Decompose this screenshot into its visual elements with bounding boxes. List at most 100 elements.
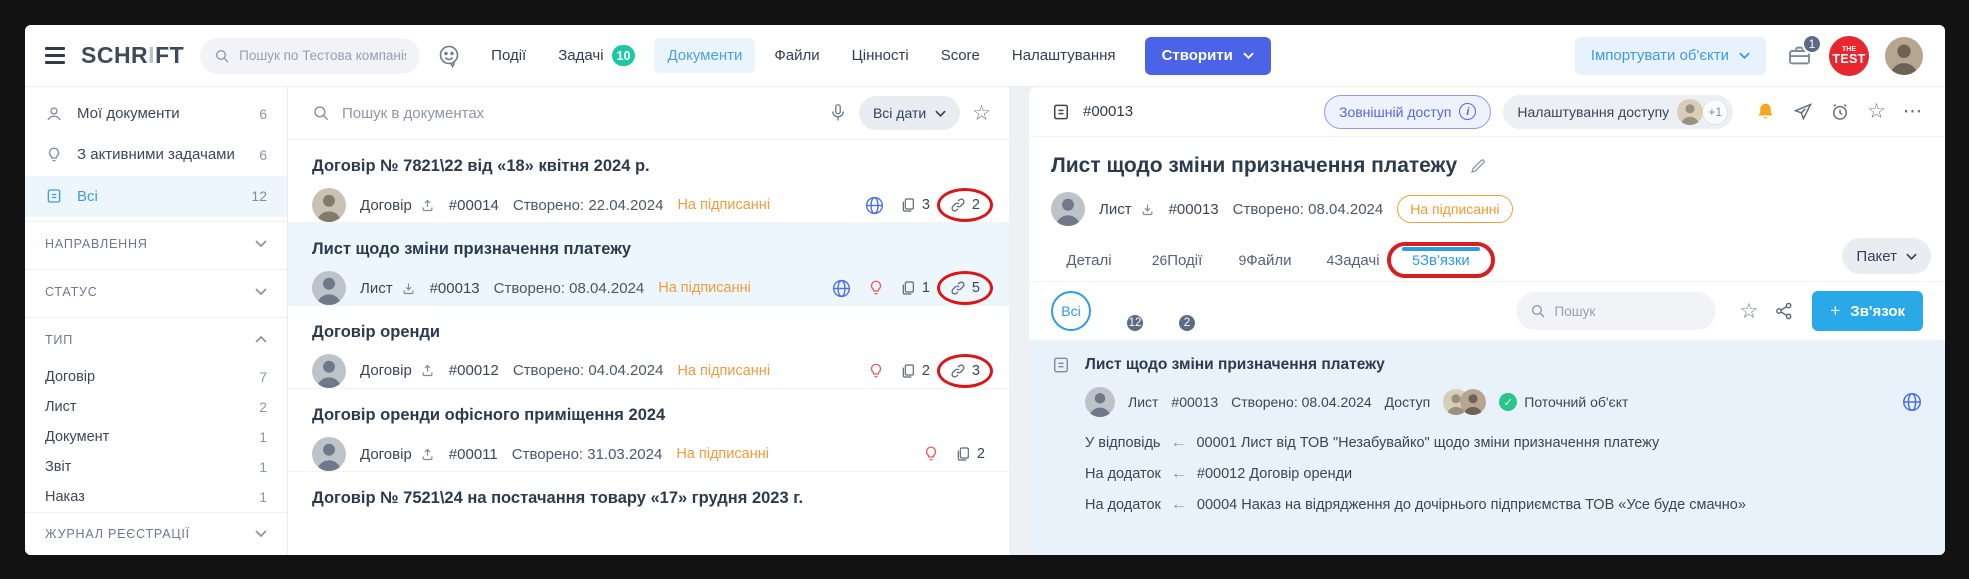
create-button[interactable]: Створити [1145,37,1271,75]
sidebar-item-active-tasks[interactable]: З активними задачами 6 [25,134,287,175]
notification-bell-icon[interactable] [1755,101,1776,122]
copies-count[interactable]: 1 [900,280,930,296]
alarm-clock-icon[interactable] [1830,102,1850,122]
nav-score[interactable]: Score [928,38,993,73]
document-detail-panel: #00013 Зовнішній доступ i Налаштування д… [1029,87,1945,555]
support-icon[interactable] [436,43,462,69]
package-dropdown[interactable]: Пакет [1842,238,1931,274]
tab-files[interactable]: 9Файли [1221,247,1309,281]
import-objects-button[interactable]: Імпортувати об'єкти [1575,37,1766,75]
copies-count[interactable]: 2 [955,446,985,462]
download-icon [1140,202,1155,217]
user-relations-count: 12 [1125,313,1145,333]
nav-settings[interactable]: Налаштування [999,38,1129,73]
access-avatars [1443,389,1486,415]
globe-icon[interactable] [1901,391,1923,413]
copies-count[interactable]: 2 [900,363,930,379]
tray-count-badge: 1 [1802,34,1822,54]
more-options-icon[interactable]: ⋯ [1903,102,1923,121]
date-filter-dropdown[interactable]: Всі дати [859,96,960,130]
link-icon [950,363,966,379]
relation-row[interactable]: На додаток ← #00012 Договір оренди [1085,465,1923,483]
sidebar-item-all[interactable]: Всі 12 [25,176,287,217]
link-icon [950,197,966,213]
more-users-chip: +1 [1702,99,1728,125]
relations-search-input[interactable] [1555,304,1702,319]
filter-all-button[interactable]: Всі [1051,291,1091,331]
filter-user-2[interactable]: 2 [1153,291,1195,331]
edit-pencil-icon[interactable] [1469,157,1487,175]
document-title: Договір № 7521\24 на постачання товару «… [312,489,985,508]
type-filter-letter[interactable]: Лист2 [25,392,287,422]
user-avatar[interactable] [1885,37,1923,75]
send-icon[interactable] [1793,102,1813,122]
document-search-input[interactable] [342,105,817,122]
type-filter-contract[interactable]: Договір7 [25,362,287,392]
link-icon [950,280,966,296]
relation-row[interactable]: На додаток ← 00004 Наказ на відрядження … [1085,496,1923,514]
nav-documents[interactable]: Документи [654,38,755,73]
favorite-star-icon[interactable]: ☆ [1867,101,1886,122]
copies-count[interactable]: 3 [900,197,930,213]
menu-icon[interactable] [45,47,65,64]
filter-user-1[interactable]: 12 [1101,291,1143,331]
tab-tasks[interactable]: 4Задачі [1309,247,1397,281]
inbox-tray-button[interactable]: 1 [1786,42,1813,69]
relation-card-title[interactable]: Лист щодо зміни призначення платежу [1085,356,1385,374]
links-count[interactable]: 3 [945,360,985,382]
external-access-button[interactable]: Зовнішній доступ i [1324,95,1491,129]
arrow-left-icon: ← [1170,434,1186,452]
add-relation-button[interactable]: + Зв'язок [1812,291,1923,331]
type-filter-document[interactable]: Документ1 [25,422,287,452]
type-filter-report[interactable]: Звіт1 [25,452,287,482]
favorites-filter-icon[interactable]: ☆ [1740,301,1759,322]
document-icon [45,187,63,205]
document-list-item-selected[interactable]: Лист щодо зміни призначення платежу Лист… [288,223,1009,306]
links-count[interactable]: 5 [945,277,985,299]
relations-search[interactable] [1516,292,1716,330]
sidebar-section-status[interactable]: СТАТУС [25,269,287,313]
sidebar-section-direction[interactable]: НАПРАВЛЕННЯ [25,221,287,265]
lamp-icon [45,146,63,164]
sidebar-section-type[interactable]: ТИП [25,317,287,361]
chevron-up-icon [255,336,267,343]
tab-details[interactable]: Деталі [1045,247,1133,281]
sidebar-item-my-documents[interactable]: Мої документи 6 [25,93,287,134]
arrow-left-icon: ← [1171,465,1187,483]
document-list-item[interactable]: Договір № 7521\24 на постачання товару «… [288,472,1009,555]
sidebar-section-registration-journal[interactable]: ЖУРНАЛ РЕЄСТРАЦІЇ [25,512,287,555]
document-list-item[interactable]: Договір оренди офісного приміщення 2024 … [288,389,1009,472]
arrow-left-icon: ← [1171,496,1187,514]
nav-files[interactable]: Файли [761,38,832,73]
check-icon: ✓ [1499,393,1517,411]
copies-icon [900,197,916,213]
workspace-logo[interactable]: THE TEST [1829,36,1869,76]
chevron-down-icon [255,240,267,247]
type-filter-order[interactable]: Наказ1 [25,482,287,512]
document-list-item[interactable]: Договір оренди Договір #00012 Створено: … [288,306,1009,389]
document-title: Лист щодо зміни призначення платежу [312,240,985,259]
tab-relations[interactable]: 5Зв'язки [1397,247,1485,281]
nav-values[interactable]: Цінності [839,38,922,73]
global-search[interactable] [200,38,420,74]
avatar [1460,389,1486,415]
favorites-filter-icon[interactable]: ☆ [972,103,991,124]
document-detail-title: Лист щодо зміни призначення платежу [1051,154,1457,178]
nav-events[interactable]: Події [478,38,539,73]
microphone-icon[interactable] [829,103,847,123]
nav-tasks[interactable]: Задачі10 [545,36,648,75]
search-icon [1530,303,1546,319]
document-list-item[interactable]: Договір № 7821\22 від «18» квітня 2024 р… [288,140,1009,223]
app-window: SCHRIFT Події Задачі10 Документи Файли Ц… [25,25,1945,555]
share-graph-icon[interactable] [1774,301,1794,321]
access-settings-button[interactable]: Налаштування доступу +1 [1503,95,1733,129]
relations-content: Лист щодо зміни призначення платежу Лист… [1029,340,1945,555]
avatar [1677,99,1703,125]
document-icon [1051,102,1071,122]
relation-row[interactable]: У відповідь ← 00001 Лист від ТОВ "Незабу… [1085,434,1923,452]
person-icon [45,105,63,123]
document-number: #00013 [1083,103,1133,120]
global-search-input[interactable] [239,48,406,63]
links-count[interactable]: 2 [945,194,985,216]
tab-events[interactable]: 26Події [1133,247,1221,281]
